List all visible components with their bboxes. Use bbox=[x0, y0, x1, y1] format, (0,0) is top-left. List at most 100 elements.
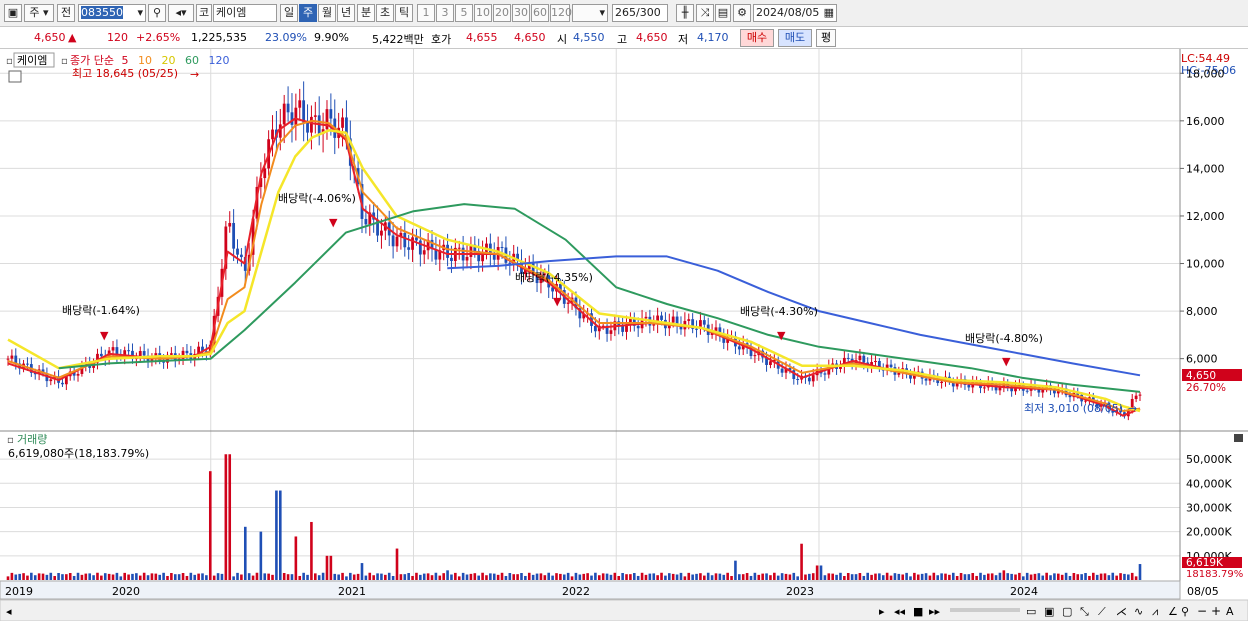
volume-bar bbox=[617, 575, 621, 580]
volume-bar bbox=[1045, 572, 1048, 580]
chevron-down-icon: ▾ bbox=[137, 6, 143, 19]
volume-bar bbox=[508, 572, 512, 580]
drawing-fork-icon[interactable]: ⋌ bbox=[1116, 605, 1127, 618]
save-icon[interactable]: ▤ bbox=[715, 4, 731, 22]
volume-bar bbox=[858, 573, 862, 580]
volume-bar bbox=[699, 573, 702, 580]
count-20[interactable]: 20 bbox=[493, 4, 511, 22]
scroll-left-icon[interactable]: ◂ bbox=[6, 605, 12, 618]
display-count-field[interactable]: 265/300 bbox=[612, 4, 668, 22]
zoom-out-icon[interactable]: − bbox=[1197, 604, 1207, 618]
panel-menu-icon[interactable]: ▫ bbox=[6, 56, 13, 67]
volume-bar bbox=[216, 573, 220, 580]
market-label[interactable]: 코 bbox=[196, 4, 212, 22]
drawing-line-icon[interactable]: ⤡ bbox=[1080, 605, 1089, 618]
volume-bar bbox=[951, 572, 955, 580]
interval-second[interactable]: 초 bbox=[376, 4, 394, 22]
zoom-slider[interactable] bbox=[950, 608, 1020, 612]
window-restore-icon[interactable]: ▭ bbox=[1026, 605, 1036, 618]
stock-name-input[interactable]: 케이엠 bbox=[213, 4, 277, 22]
volume-bar bbox=[189, 572, 193, 580]
text-tool-icon[interactable]: A bbox=[1226, 605, 1234, 618]
interval-tick[interactable]: 틱 bbox=[395, 4, 413, 22]
volume-title: 거래량 bbox=[17, 433, 47, 446]
rewind-icon[interactable]: ◂◂ bbox=[894, 605, 906, 618]
chart-area[interactable]: ▫ 케이엠 ▫ 종가 단순 5 10 20 60 120 LC:54.49 HC… bbox=[0, 49, 1248, 621]
volume-bar bbox=[765, 573, 768, 580]
volume-bar bbox=[656, 575, 659, 580]
candle-icon[interactable]: ╫ bbox=[676, 4, 694, 22]
drawing-zigzag-icon[interactable]: ⩘ bbox=[1152, 605, 1158, 618]
interval-day[interactable]: 일 bbox=[280, 4, 298, 22]
interval-week[interactable]: 주 bbox=[299, 4, 317, 22]
window-tile-icon[interactable]: ▣ bbox=[1044, 605, 1054, 618]
date-input[interactable]: 2024/08/05 ▦ bbox=[753, 4, 837, 22]
window-icon[interactable]: ▣ bbox=[4, 4, 22, 22]
volume-bar bbox=[170, 573, 173, 580]
interval-year[interactable]: 년 bbox=[337, 4, 355, 22]
volume-bar bbox=[1002, 570, 1006, 580]
buy-button[interactable]: 매수 bbox=[740, 29, 774, 47]
candle-body bbox=[380, 230, 383, 236]
volume: 1,225,535 bbox=[191, 31, 247, 44]
count-30[interactable]: 30 bbox=[512, 4, 530, 22]
candle-body bbox=[450, 257, 453, 262]
candle-body bbox=[1010, 388, 1014, 392]
count-dropdown[interactable]: ▾ bbox=[572, 4, 608, 22]
legend-ma20: 20 bbox=[161, 54, 175, 67]
period-select[interactable]: 주 ▾ bbox=[24, 4, 54, 22]
interval-month[interactable]: 월 bbox=[318, 4, 336, 22]
candle-body bbox=[278, 124, 282, 138]
gear-icon[interactable]: ⚙ bbox=[733, 4, 751, 22]
play-icon[interactable]: ▸▸ bbox=[929, 605, 941, 618]
volume-bar bbox=[142, 572, 146, 580]
scroll-bar[interactable] bbox=[0, 599, 1248, 621]
search-icon[interactable]: ⚲ bbox=[148, 4, 166, 22]
candle-body bbox=[446, 244, 449, 258]
volume-bar bbox=[177, 574, 181, 580]
zoom-icon[interactable]: ⚲ bbox=[1181, 605, 1189, 618]
candle-body bbox=[169, 353, 173, 355]
code-input[interactable]: 083550 ▾ bbox=[78, 4, 146, 22]
volume-bar bbox=[14, 574, 18, 580]
count-10[interactable]: 10 bbox=[474, 4, 492, 22]
candle-body bbox=[982, 387, 986, 389]
volume-bar bbox=[111, 574, 115, 580]
low-annotation: 최저 3,010 (08/05) bbox=[1024, 402, 1123, 415]
eval-button[interactable]: 평 bbox=[816, 29, 836, 47]
volume-bar bbox=[224, 454, 228, 580]
close-pane-icon[interactable] bbox=[1234, 434, 1243, 442]
drawing-angle-icon[interactable]: ∠ bbox=[1168, 605, 1178, 618]
drawing-wave-icon[interactable]: ∿ bbox=[1134, 605, 1143, 618]
volume-bar bbox=[6, 576, 10, 580]
speaker-icon[interactable]: ◂▾ bbox=[168, 4, 194, 22]
zoom-in-icon[interactable]: + bbox=[1211, 604, 1221, 618]
count-5[interactable]: 5 bbox=[455, 4, 473, 22]
x-label-2023: 2023 bbox=[786, 585, 814, 598]
prev-button[interactable]: 전 bbox=[57, 4, 75, 22]
candle-body bbox=[364, 218, 368, 225]
y-tick-label: 8,000 bbox=[1186, 305, 1218, 318]
total-count: /300 bbox=[636, 6, 661, 19]
indicator-icon[interactable]: ⤨ bbox=[696, 4, 714, 22]
volume-bar bbox=[897, 573, 901, 580]
volume-bar bbox=[407, 573, 410, 580]
count-3[interactable]: 3 bbox=[436, 4, 454, 22]
drawing-trend-icon[interactable]: ⟋ bbox=[1098, 605, 1106, 618]
table-icon[interactable] bbox=[8, 70, 22, 83]
volume-bar bbox=[267, 573, 270, 580]
volume-bar bbox=[878, 573, 881, 580]
scroll-right-icon[interactable]: ▸ bbox=[879, 605, 885, 618]
volume-bar bbox=[730, 576, 733, 580]
legend-ma10: 10 bbox=[138, 54, 152, 67]
volume-bar bbox=[668, 573, 671, 580]
count-60[interactable]: 60 bbox=[531, 4, 549, 22]
volume-bar bbox=[282, 573, 286, 580]
count-1[interactable]: 1 bbox=[417, 4, 435, 22]
count-120[interactable]: 120 bbox=[550, 4, 572, 22]
volume-bar bbox=[640, 572, 644, 580]
sell-button[interactable]: 매도 bbox=[778, 29, 812, 47]
window-cascade-icon[interactable]: ▢ bbox=[1062, 605, 1072, 618]
stop-icon[interactable]: ■ bbox=[913, 605, 923, 618]
interval-minute[interactable]: 분 bbox=[357, 4, 375, 22]
